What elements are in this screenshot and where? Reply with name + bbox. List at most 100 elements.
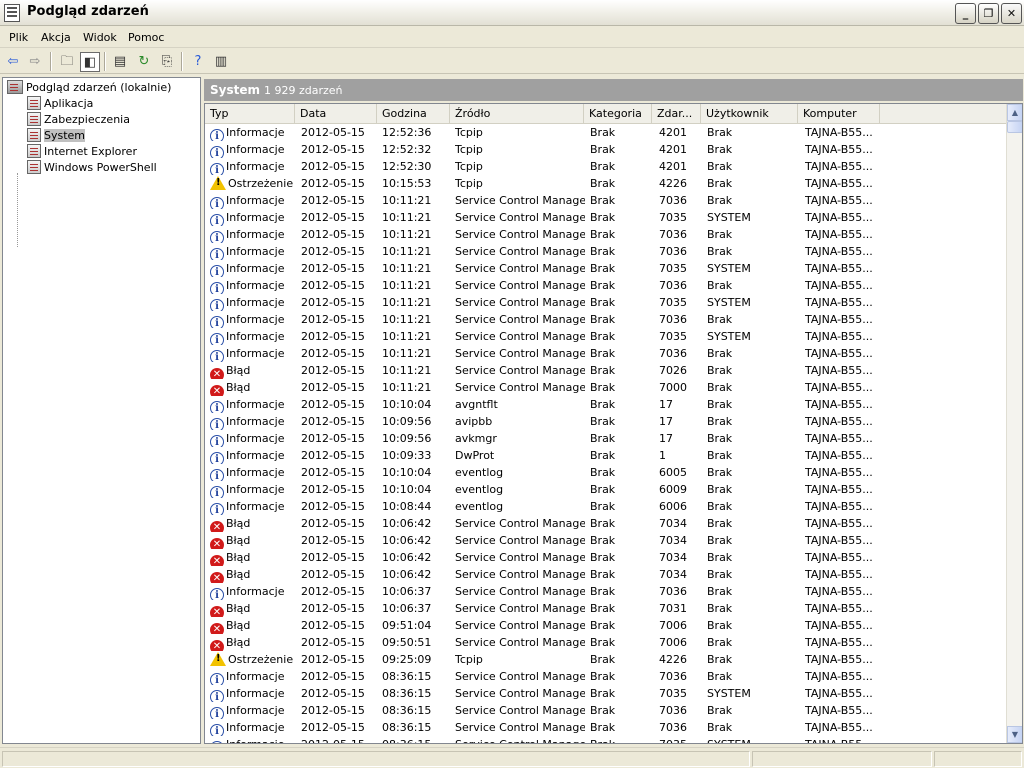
cell-date: 2012-05-15 [301,126,365,139]
cell-source: Tcpip [455,160,483,173]
vertical-scrollbar[interactable]: ▲ ▼ [1006,104,1022,743]
table-row[interactable]: iInformacje2012-05-1508:36:15Service Con… [205,685,1006,702]
close-button[interactable]: ✕ [1001,3,1022,24]
scroll-down-button[interactable]: ▼ [1007,726,1022,743]
table-row[interactable]: ✕ Błąd 2012-05-15 10:11:21 Service Control M… [205,362,1006,379]
menu-file[interactable]: Plik [9,31,28,44]
column-header-time[interactable]: Godzina [377,104,450,124]
table-row[interactable]: i Informacje 2012-05-15 12:52:32 Tcpip Brak 42… [205,141,1006,158]
cell-computer: TAJNA-B55... [805,398,873,411]
table-row[interactable]: i Informacje 2012-05-15 10:06:37 Service Con… [205,583,1006,600]
event-type-label: Informacje [226,279,285,292]
back-arrow-icon[interactable]: ⇦ [3,52,23,72]
minimize-button[interactable]: _ [955,3,976,24]
cell-time: 10:11:21 [382,347,432,360]
tree-item-security[interactable]: Zabezpieczenia [25,112,132,128]
table-row[interactable]: i Informacje 2012-05-15 10:11:21 Service Con… [205,226,1006,243]
cell-event: 7035 [659,262,687,275]
event-type-label: Informacje [226,687,285,700]
table-row[interactable]: ✕ Błąd 2012-05-15 10:06:42 Service Control M… [205,549,1006,566]
table-row[interactable]: i Informacje 2012-05-15 10:11:21 Service Con… [205,277,1006,294]
table-row[interactable]: ✕ Błąd 2012-05-15 09:51:04 Service Control M… [205,617,1006,634]
tree-item-system[interactable]: System [25,128,87,144]
table-row[interactable]: ✕ Błąd 2012-05-15 10:11:21 Service Control M… [205,379,1006,396]
column-header-type[interactable]: Typ [205,104,295,124]
table-row[interactable]: ✕ Błąd 2012-05-15 10:06:42 Service Control M… [205,515,1006,532]
event-viewer-app-icon[interactable] [4,4,20,22]
table-row[interactable]: i Informacje 2012-05-15 10:11:21 Service Con… [205,345,1006,362]
cell-computer: TAJNA-B55... [805,143,873,156]
column-header-event[interactable]: Zdar... [652,104,701,124]
information-icon: i [210,503,224,515]
cell-user: Brak [707,415,733,428]
up-folder-icon[interactable]: 🗀 [57,52,77,72]
properties-icon[interactable]: ▤ [110,52,130,72]
cell-type: iInformacje [210,719,296,736]
information-icon: i [210,401,224,413]
table-row[interactable]: i Informacje 2012-05-15 10:11:21 Service Con… [205,328,1006,345]
table-row[interactable]: i Informacje 2012-05-15 10:08:44 eventlog Bra… [205,498,1006,515]
scroll-up-button[interactable]: ▲ [1007,104,1022,121]
table-row[interactable]: i Informacje 2012-05-15 12:52:36 Tcpip Brak 42… [205,124,1006,141]
cell-category: Brak [590,466,616,479]
column-header-user[interactable]: Użytkownik [701,104,798,124]
cell-time: 10:10:04 [382,466,432,479]
forward-arrow-icon[interactable]: ⇨ [25,52,45,72]
table-row[interactable]: iInformacje2012-05-1508:36:15Service Con… [205,668,1006,685]
table-row[interactable]: i Informacje 2012-05-15 10:10:04 avgntflt Bra… [205,396,1006,413]
column-header-date[interactable]: Data [295,104,377,124]
table-row[interactable]: i Informacje 2012-05-15 10:11:21 Service Con… [205,192,1006,209]
menu-action[interactable]: Akcja [41,31,71,44]
cell-user: Brak [707,364,733,377]
column-header-source[interactable]: Źródło [450,104,584,124]
cell-type: iInformacje [210,260,296,277]
scroll-thumb[interactable] [1007,121,1022,133]
table-row[interactable]: i Informacje 2012-05-15 10:11:21 Service Con… [205,294,1006,311]
tree-item-windows-powershell[interactable]: Windows PowerShell [25,160,159,176]
cell-type: iInformacje [210,243,296,260]
column-header-category[interactable]: Kategoria [584,104,652,124]
cell-category: Brak [590,211,616,224]
menu-view[interactable]: Widok [83,31,117,44]
event-type-label: Ostrzeżenie [228,653,294,666]
table-row[interactable]: ✕ Błąd 2012-05-15 10:06:42 Service Control M… [205,532,1006,549]
table-row[interactable]: ✕ Błąd 2012-05-15 10:06:42 Service Control M… [205,566,1006,583]
table-row[interactable]: ✕ Błąd 2012-05-15 09:50:51 Service Control M… [205,634,1006,651]
cell-computer: TAJNA-B55... [805,670,873,683]
menu-help[interactable]: Pomoc [128,31,164,44]
restore-button[interactable]: ❐ [978,3,999,24]
table-row[interactable]: Ostrzeżenie 2012-05-15 10:15:53 Tcpip Brak 42… [205,175,1006,192]
table-row[interactable]: ✕ Błąd 2012-05-15 10:06:37 Service Control M… [205,600,1006,617]
cell-event: 7035 [659,211,687,224]
console-tree-icon[interactable]: ▥ [211,52,231,72]
export-list-icon[interactable]: ⎘ [157,52,177,72]
cell-event: 17 [659,415,673,428]
event-type-label: Informacje [226,296,285,309]
cell-source: Service Control Manager [455,670,585,683]
table-row[interactable]: i Informacje 2012-05-15 12:52:30 Tcpip Brak 42… [205,158,1006,175]
show-hide-tree-icon[interactable]: ◧ [80,52,100,72]
table-row[interactable]: i Informacje 2012-05-15 10:09:56 avipbb Brak 1… [205,413,1006,430]
table-row[interactable]: iInformacje2012-05-1508:36:15Service Con… [205,736,1006,743]
cell-computer: TAJNA-B55... [805,381,873,394]
table-row[interactable]: i Informacje 2012-05-15 10:11:21 Service Con… [205,260,1006,277]
table-row[interactable]: i Informacje 2012-05-15 10:11:21 Service Con… [205,209,1006,226]
table-row[interactable]: i Informacje 2012-05-15 10:09:56 avkmgr Brak 1… [205,430,1006,447]
tree-root[interactable]: Podgląd zdarzeń (lokalnie) [5,80,173,96]
table-row[interactable]: iInformacje2012-05-1508:36:15Service Con… [205,719,1006,736]
table-row[interactable]: i Informacje 2012-05-15 10:11:21 Service Con… [205,311,1006,328]
tree-item-internet-explorer[interactable]: Internet Explorer [25,144,139,160]
table-row[interactable]: i Informacje 2012-05-15 10:11:21 Service Con… [205,243,1006,260]
table-row[interactable]: i Informacje 2012-05-15 10:09:33 DwProt Brak 1… [205,447,1006,464]
cell-user: Brak [707,381,733,394]
window-title: Podgląd zdarzeń [27,4,149,19]
refresh-icon[interactable]: ↻ [134,52,154,72]
help-icon[interactable]: ? [188,52,208,72]
table-row[interactable]: iInformacje2012-05-1508:36:15Service Con… [205,702,1006,719]
table-row[interactable]: Ostrzeżenie 2012-05-15 09:25:09 Tcpip Brak 42… [205,651,1006,668]
table-row[interactable]: i Informacje 2012-05-15 10:10:04 eventlog Bra… [205,464,1006,481]
cell-date: 2012-05-15 [301,483,365,496]
table-row[interactable]: i Informacje 2012-05-15 10:10:04 eventlog Bra… [205,481,1006,498]
tree-item-application[interactable]: Aplikacja [25,96,95,112]
column-header-computer[interactable]: Komputer [798,104,880,124]
